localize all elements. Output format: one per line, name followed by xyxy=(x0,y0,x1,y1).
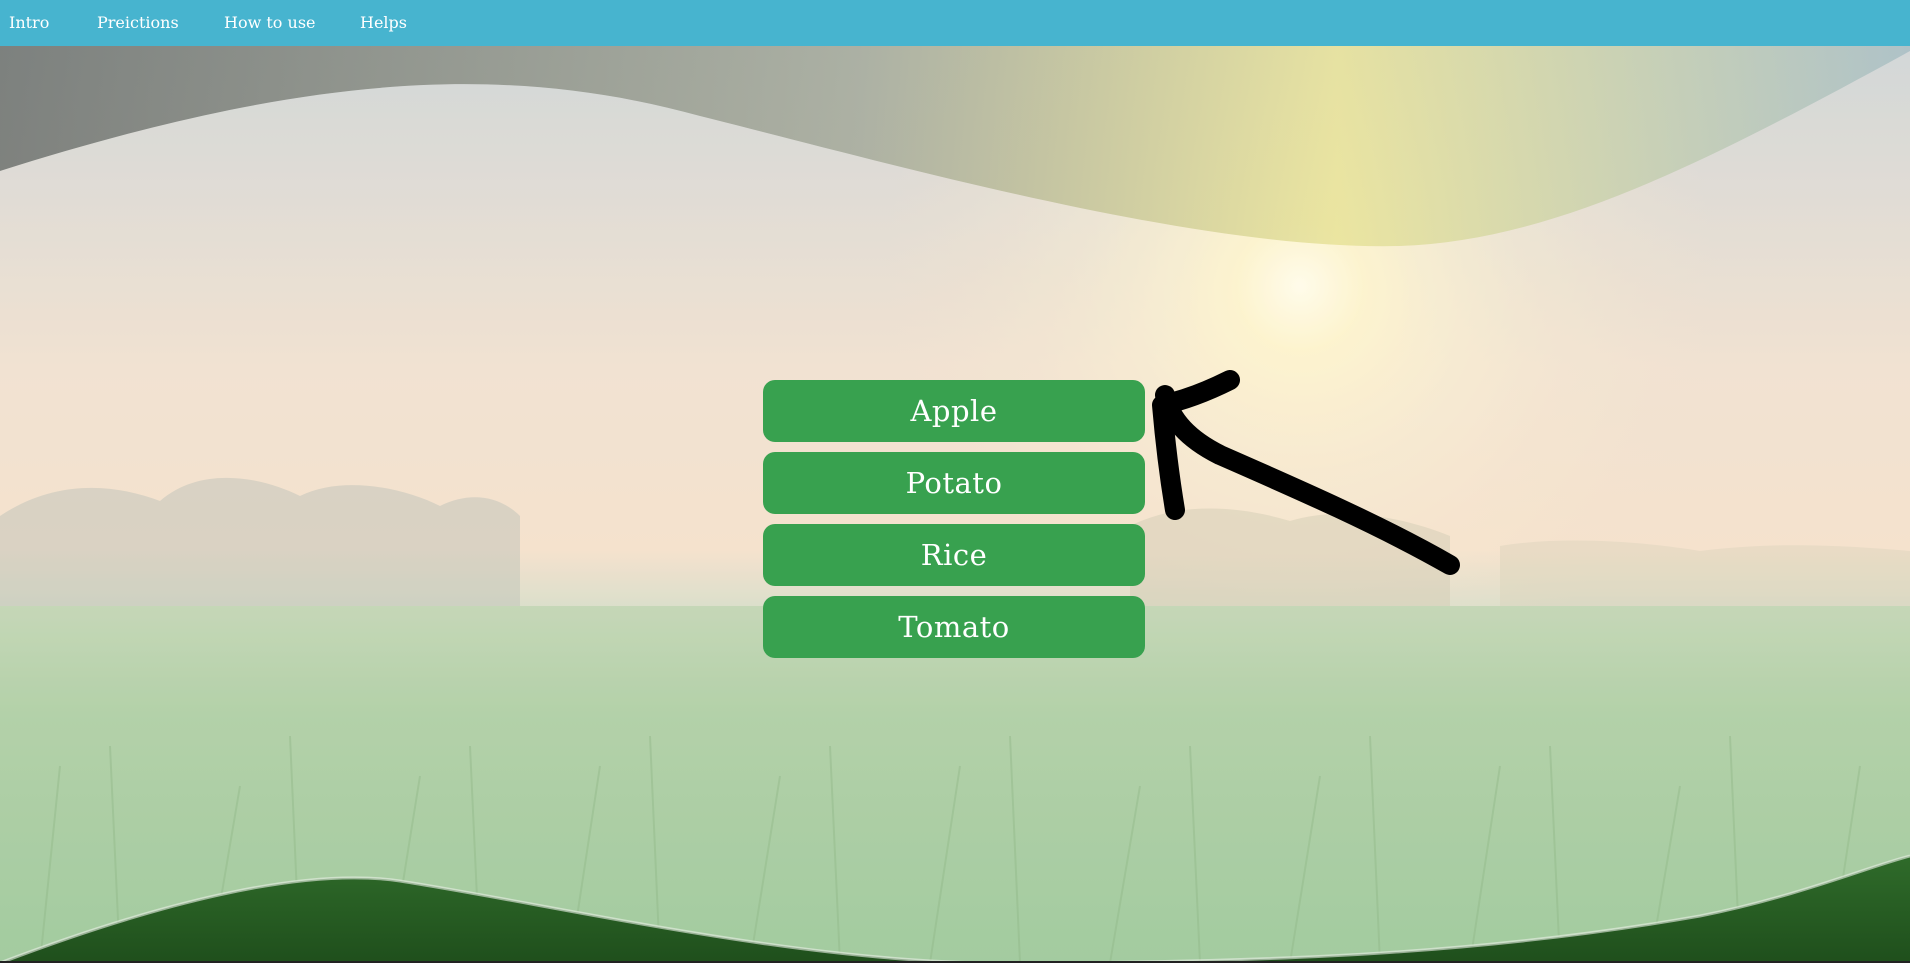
apple-button[interactable]: Apple xyxy=(763,380,1145,442)
nav-link-helps[interactable]: Helps xyxy=(360,0,407,46)
crop-button-group: Apple Potato Rice Tomato xyxy=(763,380,1145,668)
hand-drawn-arrow-icon xyxy=(1152,370,1460,575)
tomato-button[interactable]: Tomato xyxy=(763,596,1145,658)
rice-button[interactable]: Rice xyxy=(763,524,1145,586)
top-navbar: Intro Preictions How to use Helps xyxy=(0,0,1910,46)
nav-link-intro[interactable]: Intro xyxy=(9,0,49,46)
potato-button[interactable]: Potato xyxy=(763,452,1145,514)
nav-link-predictions[interactable]: Preictions xyxy=(97,0,179,46)
landing-page: Intro Preictions How to use Helps Apple … xyxy=(0,0,1910,963)
nav-link-how-to-use[interactable]: How to use xyxy=(224,0,316,46)
